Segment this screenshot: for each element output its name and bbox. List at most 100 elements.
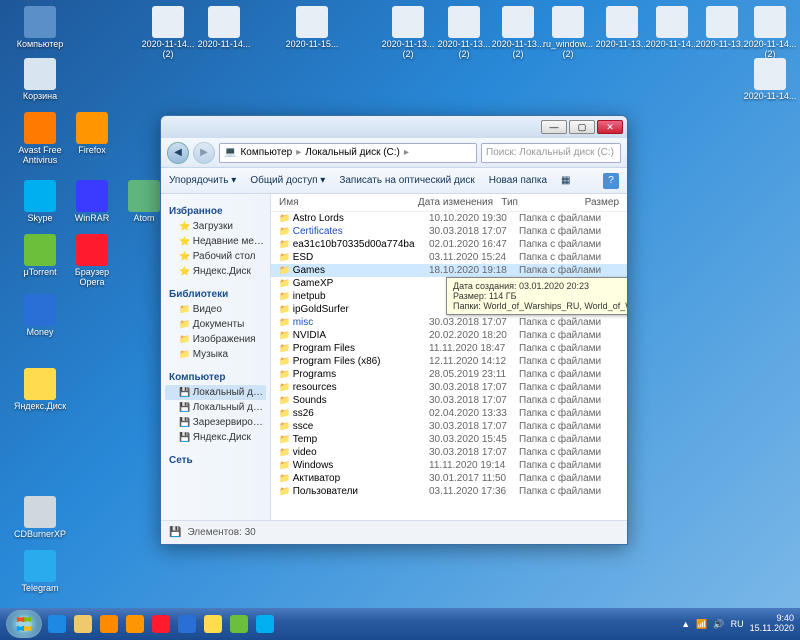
desktop-icon[interactable]: Корзина xyxy=(12,58,68,102)
table-row[interactable]: resources30.03.2018 17:07Папка с файлами xyxy=(271,381,627,394)
desktop-icon[interactable]: 2020-11-14... (2) xyxy=(140,6,196,60)
maximize-button[interactable]: ▢ xyxy=(569,120,595,134)
col-name[interactable]: Имя xyxy=(279,197,418,208)
sidebar-group-libraries[interactable]: Библиотеки xyxy=(169,289,266,300)
table-row[interactable]: ss2602.04.2020 13:33Папка с файлами xyxy=(271,407,627,420)
desktop-icon[interactable]: μTorrent xyxy=(12,234,68,278)
desktop-icon[interactable]: Firefox xyxy=(64,112,120,156)
chevron-right-icon: ▸ xyxy=(404,147,409,158)
close-button[interactable]: ✕ xyxy=(597,120,623,134)
column-headers[interactable]: Имя Дата изменения Тип Размер xyxy=(271,194,627,212)
table-row[interactable]: Windows11.11.2020 19:14Папка с файлами xyxy=(271,459,627,472)
sidebar-item[interactable]: Документы xyxy=(165,317,266,332)
col-type[interactable]: Тип xyxy=(501,197,584,208)
search-input[interactable]: Поиск: Локальный диск (C:) xyxy=(481,143,621,163)
desktop-icon[interactable]: Avast Free Antivirus xyxy=(12,112,68,166)
table-row[interactable]: Astro Lords10.10.2020 19:30Папка с файла… xyxy=(271,212,627,225)
desktop-icon[interactable]: 2020-11-13... (2) xyxy=(490,6,546,60)
table-row[interactable]: NVIDIA20.02.2020 18:20Папка с файлами xyxy=(271,329,627,342)
desktop-icon[interactable]: WinRAR xyxy=(64,180,120,224)
new-folder-button[interactable]: Новая папка xyxy=(489,175,547,186)
desktop-icon[interactable]: ru_window... (2) xyxy=(540,6,596,60)
desktop-icon[interactable]: Money xyxy=(12,294,68,338)
taskbar-pin-money[interactable] xyxy=(175,612,199,636)
sidebar-item[interactable]: Видео xyxy=(165,302,266,317)
sidebar-item[interactable]: Музыка xyxy=(165,347,266,362)
desktop-icon[interactable]: Skype xyxy=(12,180,68,224)
table-row[interactable]: Programs28.05.2019 23:11Папка с файлами xyxy=(271,368,627,381)
desktop-icon[interactable]: 2020-11-13... xyxy=(594,6,650,50)
desktop-icon[interactable]: 2020-11-13... (2) xyxy=(436,6,492,60)
table-row[interactable]: Certificates30.03.2018 17:07Папка с файл… xyxy=(271,225,627,238)
desktop-icon[interactable]: Браузер Opera xyxy=(64,234,120,288)
sidebar-item[interactable]: Яндекс.Диск xyxy=(165,430,266,445)
table-row[interactable]: ESD03.11.2020 15:24Папка с файлами xyxy=(271,251,627,264)
sidebar-item[interactable]: Недавние места xyxy=(165,234,266,249)
sidebar-item[interactable]: Зарезервировано с xyxy=(165,415,266,430)
desktop-icon[interactable]: 2020-11-14... xyxy=(196,6,252,50)
sidebar-group-computer[interactable]: Компьютер xyxy=(169,372,266,383)
sidebar-group-network[interactable]: Сеть xyxy=(169,455,266,466)
sidebar-item[interactable]: Локальный диск (D:) xyxy=(165,400,266,415)
tray-network-icon[interactable]: 📶 xyxy=(696,619,707,630)
taskbar-pin-firefox[interactable] xyxy=(123,612,147,636)
share-menu[interactable]: Общий доступ ▾ xyxy=(250,175,325,186)
table-row[interactable]: Temp30.03.2020 15:45Папка с файлами xyxy=(271,433,627,446)
table-row[interactable]: Program Files11.11.2020 18:47Папка с фай… xyxy=(271,342,627,355)
sidebar-item[interactable]: Изображения xyxy=(165,332,266,347)
col-date[interactable]: Дата изменения xyxy=(418,197,501,208)
desktop-icon[interactable]: 2020-11-14... xyxy=(644,6,700,50)
desktop-icon[interactable]: 2020-11-13... (2) xyxy=(380,6,436,60)
taskbar-pin-folder[interactable] xyxy=(71,612,95,636)
sidebar-item[interactable]: Яндекс.Диск xyxy=(165,264,266,279)
desktop-icon[interactable]: 2020-11-15... xyxy=(284,6,340,50)
burn-button[interactable]: Записать на оптический диск xyxy=(339,175,474,186)
titlebar: — ▢ ✕ xyxy=(161,116,627,138)
taskbar-pin-ie[interactable] xyxy=(45,612,69,636)
system-tray[interactable]: ▲ 📶 🔊 RU 9:40 15.11.2020 xyxy=(681,614,794,634)
organize-menu[interactable]: Упорядочить ▾ xyxy=(169,175,236,186)
col-size[interactable]: Размер xyxy=(585,197,619,208)
sidebar-item[interactable]: Рабочий стол xyxy=(165,249,266,264)
forward-button[interactable]: ▶ xyxy=(193,142,215,164)
help-button[interactable]: ? xyxy=(603,173,619,189)
taskbar-pin-wmp[interactable] xyxy=(97,612,121,636)
sidebar-item[interactable]: Загрузки xyxy=(165,219,266,234)
desktop-icon[interactable]: 2020-11-14... (2) xyxy=(742,6,798,60)
toolbar: Упорядочить ▾ Общий доступ ▾ Записать на… xyxy=(161,168,627,194)
tray-sound-icon[interactable]: 🔊 xyxy=(713,619,724,630)
language-indicator[interactable]: RU xyxy=(731,619,744,629)
clock[interactable]: 9:40 15.11.2020 xyxy=(750,614,794,634)
desktop-icon[interactable]: 2020-11-14... xyxy=(742,58,798,102)
table-row[interactable]: Games18.10.2020 19:18Папка с файлами xyxy=(271,264,627,277)
desktop-icon[interactable]: Telegram xyxy=(12,550,68,594)
desktop-icon[interactable]: Компьютер xyxy=(12,6,68,50)
status-bar: Элементов: 30 xyxy=(161,520,627,544)
breadcrumb-1[interactable]: Локальный диск (C:) xyxy=(305,147,400,158)
taskbar-pin-utorrent[interactable] xyxy=(227,612,251,636)
table-row[interactable]: Пользователи03.11.2020 17:36Папка с файл… xyxy=(271,485,627,498)
sidebar-item[interactable]: Локальный диск (C:) xyxy=(165,385,266,400)
desktop-icon[interactable]: CDBurnerXP xyxy=(12,496,68,540)
table-row[interactable]: ssce30.03.2018 17:07Папка с файлами xyxy=(271,420,627,433)
table-row[interactable]: GameXPДата создания: 03.01.2020 20:23Раз… xyxy=(271,277,627,290)
tray-flag-icon[interactable]: ▲ xyxy=(681,619,690,629)
table-row[interactable]: Program Files (x86)12.11.2020 14:12Папка… xyxy=(271,355,627,368)
desktop-icon[interactable]: Яндекс.Диск xyxy=(12,368,68,412)
start-button[interactable] xyxy=(6,610,42,638)
back-button[interactable]: ◀ xyxy=(167,142,189,164)
table-row[interactable]: Sounds30.03.2018 17:07Папка с файлами xyxy=(271,394,627,407)
address-bar[interactable]: 💻 Компьютер ▸ Локальный диск (C:) ▸ xyxy=(219,143,477,163)
table-row[interactable]: video30.03.2018 17:07Папка с файлами xyxy=(271,446,627,459)
taskbar-pin-opera[interactable] xyxy=(149,612,173,636)
file-list[interactable]: Astro Lords10.10.2020 19:30Папка с файла… xyxy=(271,212,627,520)
table-row[interactable]: misc30.03.2018 17:07Папка с файлами xyxy=(271,316,627,329)
view-icon[interactable]: ▦ xyxy=(561,175,570,186)
sidebar-group-favorites[interactable]: Избранное xyxy=(169,206,266,217)
taskbar-pin-skype[interactable] xyxy=(253,612,277,636)
taskbar-pin-yandex[interactable] xyxy=(201,612,225,636)
table-row[interactable]: Активатор30.01.2017 11:50Папка с файлами xyxy=(271,472,627,485)
minimize-button[interactable]: — xyxy=(541,120,567,134)
breadcrumb-0[interactable]: Компьютер xyxy=(240,147,292,158)
table-row[interactable]: ea31c10b70335d00a774ba02.01.2020 16:47Па… xyxy=(271,238,627,251)
